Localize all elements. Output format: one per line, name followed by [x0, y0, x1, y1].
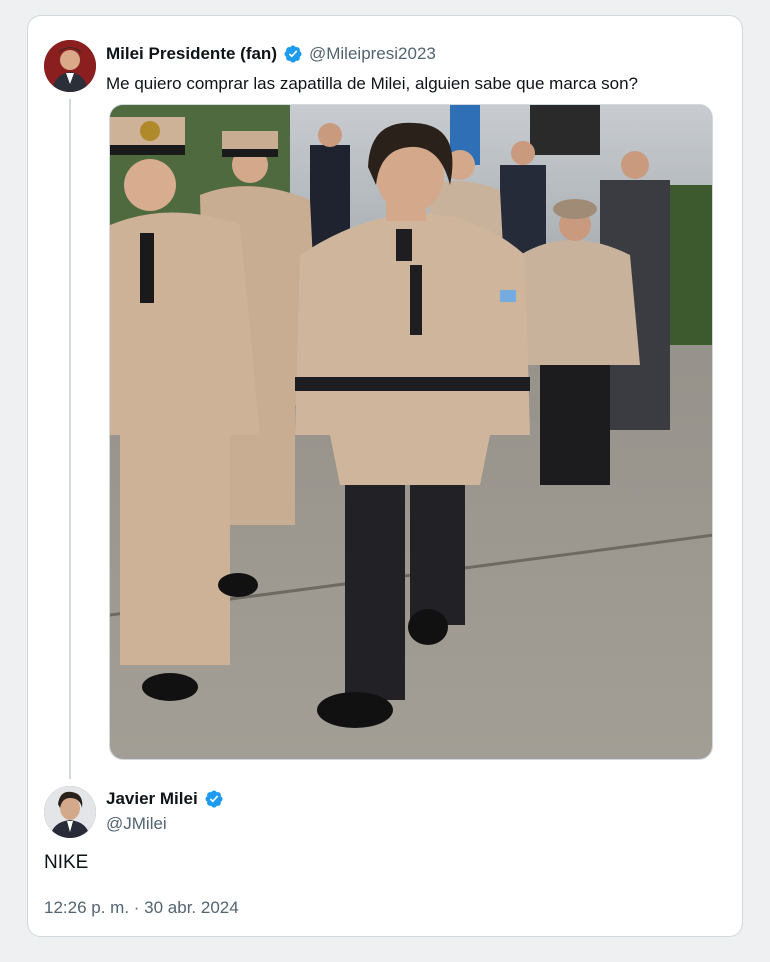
thread-connector-line	[69, 99, 71, 779]
reply-post-text: NIKE	[44, 852, 89, 873]
reply-post-header: Javier Milei	[106, 789, 224, 809]
quoted-post-text: Me quiero comprar las zapatilla de Milei…	[106, 74, 639, 93]
avatar-milei-presidente-fan[interactable]	[44, 40, 96, 92]
post-photo[interactable]	[109, 104, 713, 760]
avatar-javier-milei[interactable]	[44, 786, 96, 838]
quoted-post-handle[interactable]: @Mileipresi2023	[309, 44, 436, 64]
verified-badge-icon	[283, 44, 303, 64]
quoted-post-display-name[interactable]: Milei Presidente (fan)	[106, 44, 277, 64]
reply-post-handle[interactable]: @JMilei	[106, 814, 167, 834]
post-timestamp[interactable]: 12:26 p. m. · 30 abr. 2024	[44, 898, 239, 918]
verified-badge-icon	[204, 789, 224, 809]
quoted-post-header: Milei Presidente (fan) @Mileipresi2023	[106, 44, 436, 64]
reply-post-display-name[interactable]: Javier Milei	[106, 789, 198, 809]
tweet-card: Milei Presidente (fan) @Mileipresi2023 M…	[27, 15, 743, 937]
